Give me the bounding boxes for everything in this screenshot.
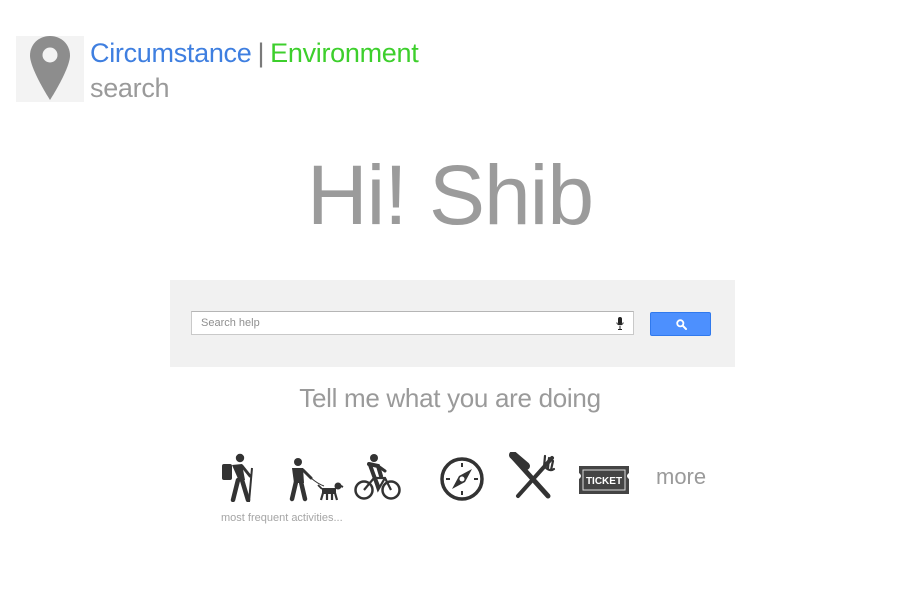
activity-prompt: Tell me what you are doing xyxy=(299,383,601,413)
more-activities-link[interactable]: more xyxy=(656,464,706,490)
dog-walker-icon xyxy=(289,458,344,502)
search-button[interactable] xyxy=(650,312,711,336)
activity-navigation[interactable] xyxy=(439,452,485,504)
hiker-icon xyxy=(222,453,253,502)
logo xyxy=(16,36,84,102)
activity-dog-walking[interactable] xyxy=(286,452,344,504)
cyclist-icon xyxy=(354,454,401,500)
ticket-icon: TICKET xyxy=(579,466,629,494)
search-input[interactable] xyxy=(192,312,607,334)
greeting-title: Hi! Shib xyxy=(306,148,594,242)
brand-title: Circumstance | Environment xyxy=(90,38,419,68)
activity-cycling[interactable] xyxy=(354,452,402,504)
activities-caption: most frequent activities... xyxy=(221,512,343,524)
brand-separator: | xyxy=(257,38,265,68)
activity-dining[interactable] xyxy=(508,452,558,504)
activity-event[interactable]: TICKET xyxy=(577,452,631,504)
search-field[interactable] xyxy=(191,311,634,335)
brand-word-environment: Environment xyxy=(270,38,419,68)
map-pin-icon xyxy=(30,36,70,100)
compass-icon xyxy=(440,457,484,501)
search-panel xyxy=(170,280,735,367)
magnifier-icon xyxy=(676,319,687,330)
microphone-icon[interactable] xyxy=(616,317,624,330)
brand-word-circumstance: Circumstance xyxy=(90,38,252,68)
ticket-label: TICKET xyxy=(586,476,622,487)
activity-hiking[interactable] xyxy=(218,452,258,504)
fork-knife-icon xyxy=(509,452,556,499)
brand-subtitle: search xyxy=(90,73,170,103)
